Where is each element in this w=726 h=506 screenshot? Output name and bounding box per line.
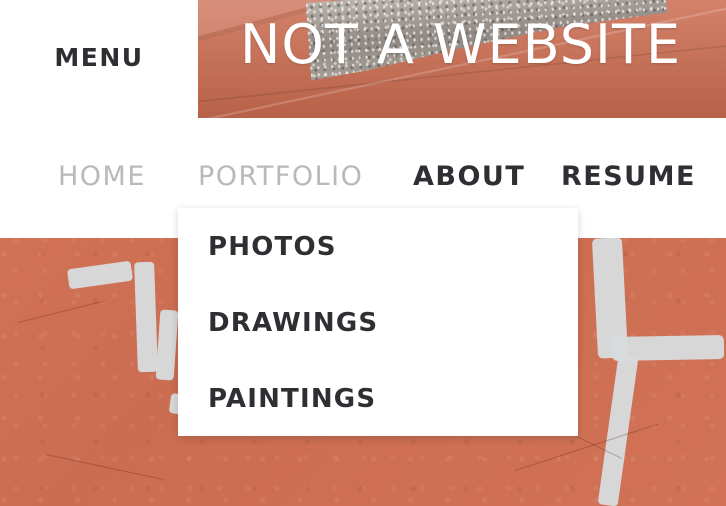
- background-paint-mark: [66, 260, 134, 290]
- background-paint-mark: [134, 261, 158, 373]
- dropdown-photos-link[interactable]: PHOTOS: [208, 234, 337, 260]
- nav-portfolio-link[interactable]: PORTFOLIO: [198, 163, 363, 190]
- nav-about-link[interactable]: ABOUT: [413, 163, 525, 190]
- wall-crack: [17, 300, 106, 323]
- site-title: NOT A WEBSITE: [240, 13, 682, 76]
- menu-label: MENU: [54, 42, 144, 72]
- top-header: MENU NOT A WEBSITE: [0, 0, 726, 118]
- background-paint-mark: [155, 309, 179, 381]
- dropdown-paintings-link[interactable]: PAINTINGS: [208, 386, 376, 412]
- nav-resume-link[interactable]: RESUME: [561, 163, 696, 190]
- portfolio-dropdown-menu: PHOTOS DRAWINGS PAINTINGS: [178, 208, 578, 436]
- menu-button[interactable]: MENU: [0, 0, 198, 118]
- wall-crack: [45, 454, 164, 480]
- dropdown-drawings-link[interactable]: DRAWINGS: [208, 310, 378, 336]
- page: MENU NOT A WEBSITE HOME PORTFOLIO ABOUT …: [0, 0, 726, 506]
- nav-home-link[interactable]: HOME: [58, 163, 146, 190]
